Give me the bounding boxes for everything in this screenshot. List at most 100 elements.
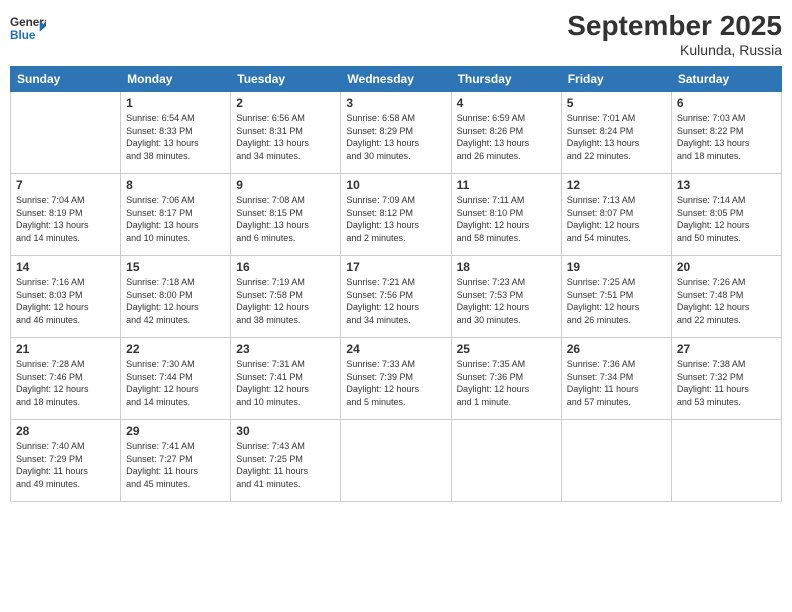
- day-info: Sunrise: 7:38 AM Sunset: 7:32 PM Dayligh…: [677, 358, 776, 408]
- day-info: Sunrise: 7:30 AM Sunset: 7:44 PM Dayligh…: [126, 358, 225, 408]
- day-info: Sunrise: 7:01 AM Sunset: 8:24 PM Dayligh…: [567, 112, 666, 162]
- day-info: Sunrise: 7:26 AM Sunset: 7:48 PM Dayligh…: [677, 276, 776, 326]
- day-number: 13: [677, 178, 776, 192]
- day-number: 5: [567, 96, 666, 110]
- calendar-cell: 11Sunrise: 7:11 AM Sunset: 8:10 PM Dayli…: [451, 174, 561, 256]
- day-header-friday: Friday: [561, 67, 671, 92]
- calendar-cell: [671, 420, 781, 502]
- day-info: Sunrise: 6:54 AM Sunset: 8:33 PM Dayligh…: [126, 112, 225, 162]
- day-number: 11: [457, 178, 556, 192]
- calendar-cell: 24Sunrise: 7:33 AM Sunset: 7:39 PM Dayli…: [341, 338, 451, 420]
- day-number: 30: [236, 424, 335, 438]
- day-header-tuesday: Tuesday: [231, 67, 341, 92]
- day-number: 27: [677, 342, 776, 356]
- day-number: 24: [346, 342, 445, 356]
- header-row: SundayMondayTuesdayWednesdayThursdayFrid…: [11, 67, 782, 92]
- calendar-cell: 3 Sunrise: 6:58 AM Sunset: 8:29 PM Daylig…: [341, 92, 451, 174]
- svg-text:Blue: Blue: [10, 29, 36, 42]
- calendar-cell: [561, 420, 671, 502]
- day-info: Sunrise: 7:43 AM Sunset: 7:25 PM Dayligh…: [236, 440, 335, 490]
- logo: General Blue: [10, 10, 46, 46]
- day-number: 8: [126, 178, 225, 192]
- day-info: Sunrise: 7:06 AM Sunset: 8:17 PM Dayligh…: [126, 194, 225, 244]
- calendar-cell: 7 Sunrise: 7:04 AM Sunset: 8:19 PM Daylig…: [11, 174, 121, 256]
- day-number: 2: [236, 96, 335, 110]
- day-number: 20: [677, 260, 776, 274]
- day-number: 16: [236, 260, 335, 274]
- calendar-cell: 28 Sunrise: 7:40 AM Sunset: 7:29 PM Dayli…: [11, 420, 121, 502]
- calendar-cell: 19 Sunrise: 7:25 AM Sunset: 7:51 PM Dayli…: [561, 256, 671, 338]
- calendar-cell: [11, 92, 121, 174]
- day-number: 12: [567, 178, 666, 192]
- day-number: 9: [236, 178, 335, 192]
- calendar-cell: 27 Sunrise: 7:38 AM Sunset: 7:32 PM Dayli…: [671, 338, 781, 420]
- day-number: 3: [346, 96, 445, 110]
- day-number: 18: [457, 260, 556, 274]
- calendar-cell: 5 Sunrise: 7:01 AM Sunset: 8:24 PM Daylig…: [561, 92, 671, 174]
- day-info: Sunrise: 7:08 AM Sunset: 8:15 PM Dayligh…: [236, 194, 335, 244]
- day-info: Sunrise: 7:41 AM Sunset: 7:27 PM Dayligh…: [126, 440, 225, 490]
- page: General Blue September 2025 Kulunda, Rus…: [0, 0, 792, 612]
- day-info: Sunrise: 6:58 AM Sunset: 8:29 PM Dayligh…: [346, 112, 445, 162]
- calendar-table: SundayMondayTuesdayWednesdayThursdayFrid…: [10, 66, 782, 502]
- day-info: Sunrise: 7:25 AM Sunset: 7:51 PM Dayligh…: [567, 276, 666, 326]
- calendar-cell: 22Sunrise: 7:30 AM Sunset: 7:44 PM Dayli…: [121, 338, 231, 420]
- day-number: 6: [677, 96, 776, 110]
- day-info: Sunrise: 6:56 AM Sunset: 8:31 PM Dayligh…: [236, 112, 335, 162]
- calendar-cell: 8 Sunrise: 7:06 AM Sunset: 8:17 PM Daylig…: [121, 174, 231, 256]
- day-info: Sunrise: 6:59 AM Sunset: 8:26 PM Dayligh…: [457, 112, 556, 162]
- calendar-cell: 4 Sunrise: 6:59 AM Sunset: 8:26 PM Daylig…: [451, 92, 561, 174]
- day-number: 25: [457, 342, 556, 356]
- week-row-1: 1Sunrise: 6:54 AM Sunset: 8:33 PM Daylig…: [11, 92, 782, 174]
- calendar-cell: 6 Sunrise: 7:03 AM Sunset: 8:22 PM Daylig…: [671, 92, 781, 174]
- day-number: 23: [236, 342, 335, 356]
- calendar-cell: 16 Sunrise: 7:19 AM Sunset: 7:58 PM Dayli…: [231, 256, 341, 338]
- day-header-sunday: Sunday: [11, 67, 121, 92]
- calendar-cell: 29 Sunrise: 7:41 AM Sunset: 7:27 PM Dayli…: [121, 420, 231, 502]
- generalblue-logo-icon: General Blue: [10, 10, 46, 46]
- day-info: Sunrise: 7:23 AM Sunset: 7:53 PM Dayligh…: [457, 276, 556, 326]
- day-info: Sunrise: 7:21 AM Sunset: 7:56 PM Dayligh…: [346, 276, 445, 326]
- header: General Blue September 2025 Kulunda, Rus…: [10, 10, 782, 58]
- day-number: 26: [567, 342, 666, 356]
- calendar-cell: 10 Sunrise: 7:09 AM Sunset: 8:12 PM Dayli…: [341, 174, 451, 256]
- day-info: Sunrise: 7:04 AM Sunset: 8:19 PM Dayligh…: [16, 194, 115, 244]
- day-header-saturday: Saturday: [671, 67, 781, 92]
- calendar-body: 1Sunrise: 6:54 AM Sunset: 8:33 PM Daylig…: [11, 92, 782, 502]
- day-number: 4: [457, 96, 556, 110]
- calendar-cell: 15Sunrise: 7:18 AM Sunset: 8:00 PM Dayli…: [121, 256, 231, 338]
- day-number: 29: [126, 424, 225, 438]
- calendar-cell: 18 Sunrise: 7:23 AM Sunset: 7:53 PM Dayli…: [451, 256, 561, 338]
- day-number: 28: [16, 424, 115, 438]
- calendar-cell: 23 Sunrise: 7:31 AM Sunset: 7:41 PM Dayli…: [231, 338, 341, 420]
- title-block: September 2025 Kulunda, Russia: [567, 10, 782, 58]
- day-number: 21: [16, 342, 115, 356]
- day-info: Sunrise: 7:40 AM Sunset: 7:29 PM Dayligh…: [16, 440, 115, 490]
- calendar-cell: [451, 420, 561, 502]
- week-row-4: 21 Sunrise: 7:28 AM Sunset: 7:46 PM Dayli…: [11, 338, 782, 420]
- day-info: Sunrise: 7:03 AM Sunset: 8:22 PM Dayligh…: [677, 112, 776, 162]
- calendar-subtitle: Kulunda, Russia: [567, 42, 782, 58]
- day-info: Sunrise: 7:36 AM Sunset: 7:34 PM Dayligh…: [567, 358, 666, 408]
- day-info: Sunrise: 7:14 AM Sunset: 8:05 PM Dayligh…: [677, 194, 776, 244]
- calendar-cell: 20 Sunrise: 7:26 AM Sunset: 7:48 PM Dayli…: [671, 256, 781, 338]
- day-number: 10: [346, 178, 445, 192]
- calendar-cell: 21 Sunrise: 7:28 AM Sunset: 7:46 PM Dayli…: [11, 338, 121, 420]
- day-info: Sunrise: 7:28 AM Sunset: 7:46 PM Dayligh…: [16, 358, 115, 408]
- day-info: Sunrise: 7:16 AM Sunset: 8:03 PM Dayligh…: [16, 276, 115, 326]
- calendar-cell: 2 Sunrise: 6:56 AM Sunset: 8:31 PM Daylig…: [231, 92, 341, 174]
- week-row-5: 28 Sunrise: 7:40 AM Sunset: 7:29 PM Dayli…: [11, 420, 782, 502]
- day-info: Sunrise: 7:31 AM Sunset: 7:41 PM Dayligh…: [236, 358, 335, 408]
- day-number: 19: [567, 260, 666, 274]
- day-number: 17: [346, 260, 445, 274]
- day-header-thursday: Thursday: [451, 67, 561, 92]
- day-info: Sunrise: 7:19 AM Sunset: 7:58 PM Dayligh…: [236, 276, 335, 326]
- calendar-title: September 2025: [567, 10, 782, 42]
- calendar-cell: 9 Sunrise: 7:08 AM Sunset: 8:15 PM Daylig…: [231, 174, 341, 256]
- day-number: 14: [16, 260, 115, 274]
- day-info: Sunrise: 7:09 AM Sunset: 8:12 PM Dayligh…: [346, 194, 445, 244]
- day-info: Sunrise: 7:35 AM Sunset: 7:36 PM Dayligh…: [457, 358, 556, 408]
- calendar-cell: 1Sunrise: 6:54 AM Sunset: 8:33 PM Daylig…: [121, 92, 231, 174]
- day-number: 7: [16, 178, 115, 192]
- week-row-3: 14 Sunrise: 7:16 AM Sunset: 8:03 PM Dayli…: [11, 256, 782, 338]
